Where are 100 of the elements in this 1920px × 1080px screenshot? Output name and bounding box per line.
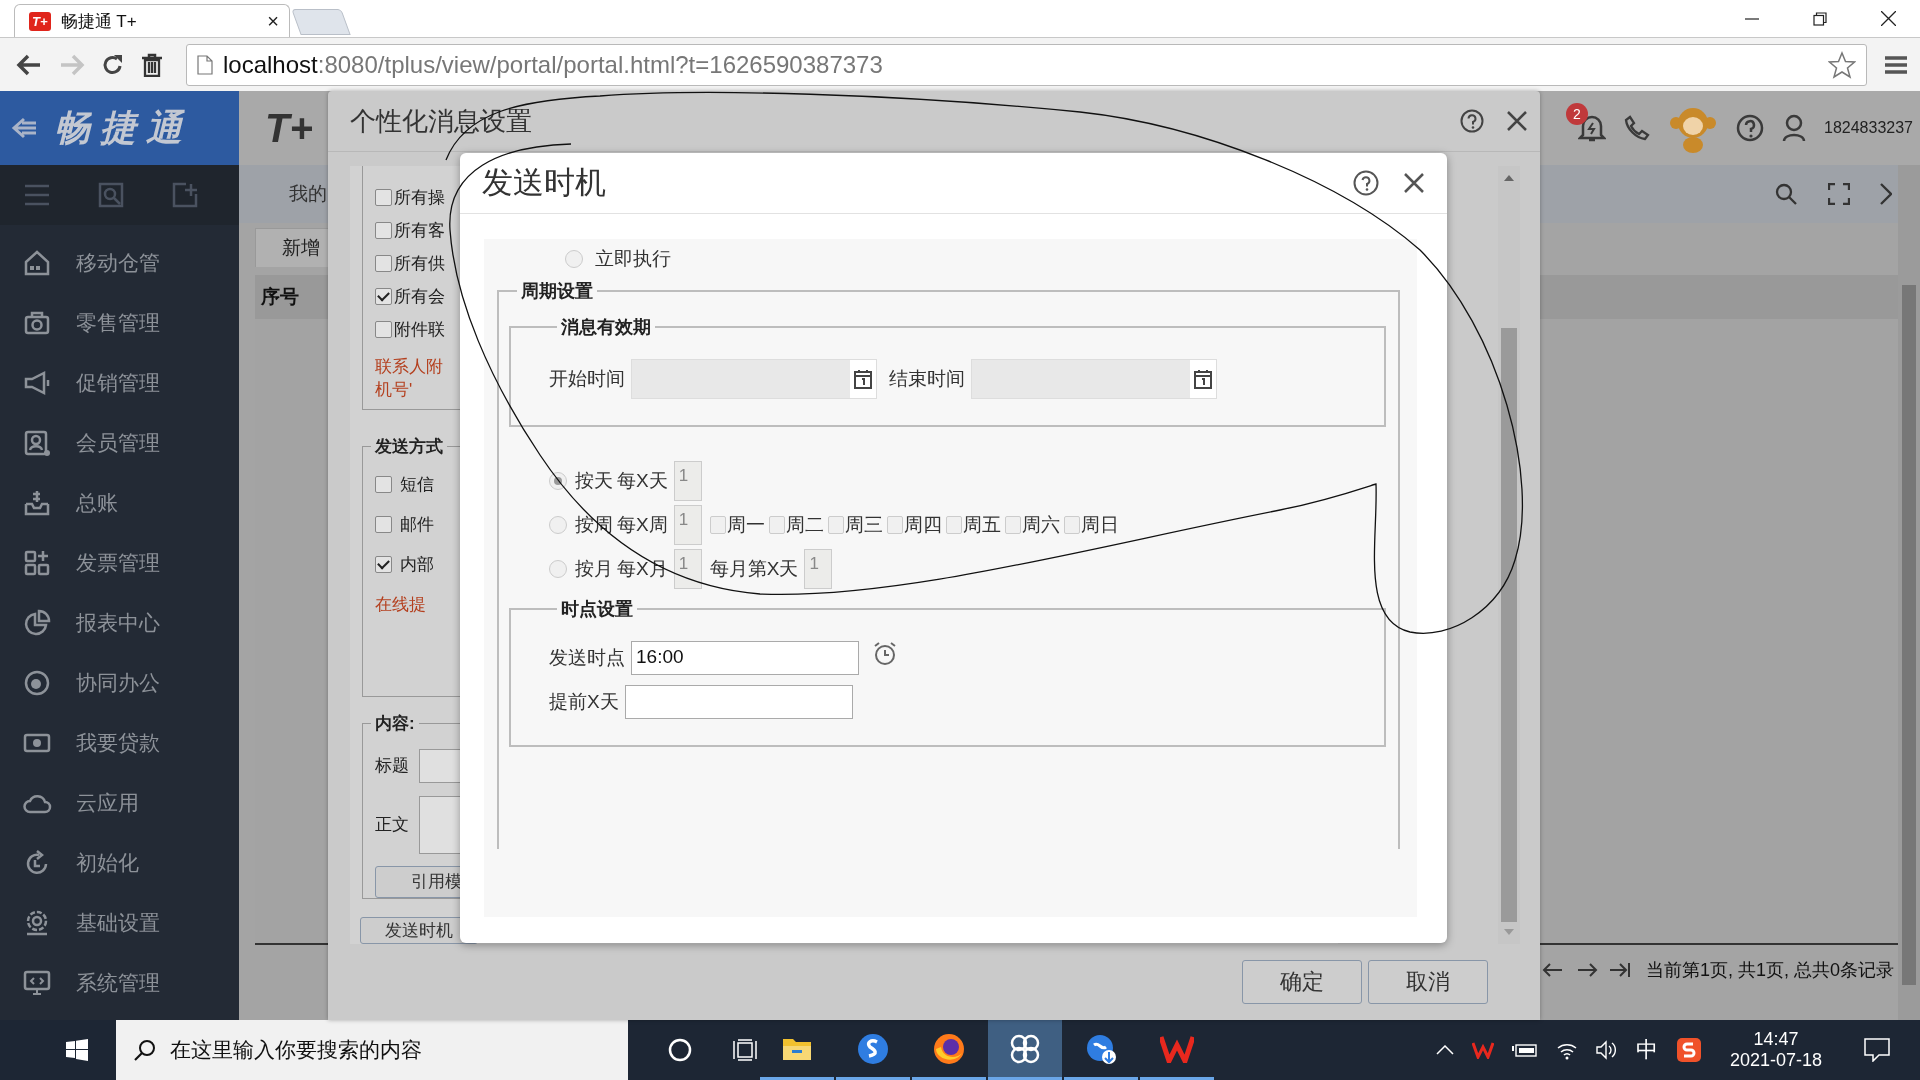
bell-icon[interactable] [1578,113,1606,143]
sidebar-item[interactable]: 促销管理 [0,353,239,413]
scrollbar[interactable] [1498,166,1520,944]
start-date-field[interactable] [631,359,877,399]
search-icon[interactable] [1774,182,1798,206]
radio-button[interactable] [549,472,567,490]
help-icon[interactable] [1353,170,1379,196]
account-number: 1824833237 [1824,119,1914,137]
checkbox[interactable] [827,516,844,534]
tab-close-button[interactable]: × [267,9,279,33]
checkbox-label: 内部 [400,554,434,577]
inbox-icon [22,488,52,518]
advance-days-field[interactable] [624,685,853,719]
url-path: :8080/tplus/view/portal/portal.html?t=1626590387373 [317,50,883,78]
chevron-right-icon[interactable] [1880,183,1892,205]
product-logo: T+ [265,105,313,151]
minimize-icon[interactable] [1745,17,1759,20]
end-date-field[interactable] [971,359,1217,399]
sidebar-item[interactable]: 协同办公 [0,653,239,713]
checkbox[interactable] [709,516,726,534]
sidebar-item[interactable]: 我要贷款 [0,713,239,773]
workspace-tab[interactable]: 我的 [289,181,327,207]
radio-button[interactable] [565,250,583,268]
close-icon[interactable] [1506,110,1528,132]
w-mark-icon[interactable] [1471,1041,1494,1059]
close-icon[interactable] [1403,172,1425,194]
notification-icon[interactable] [1864,1038,1890,1062]
browser-tab[interactable]: T+ 畅捷通 T+ × [14,4,290,37]
fullscreen-icon[interactable] [1828,183,1850,205]
dialog-button[interactable]: 取消 [1368,960,1488,1004]
field-label: 正文 [375,814,409,837]
megaphone-icon [22,368,52,398]
star-icon[interactable] [1828,50,1856,79]
sidebar-item[interactable]: 会员管理 [0,413,239,473]
user-icon[interactable] [1782,114,1806,142]
flower-icon [1009,1032,1041,1065]
menu-icon[interactable] [1884,54,1908,75]
number-field[interactable]: 1 [673,505,702,545]
checkbox[interactable] [375,476,392,494]
checkbox[interactable] [375,321,392,338]
volume-icon[interactable] [1595,1040,1618,1060]
sidebar-item[interactable]: 基础设置 [0,893,239,953]
send-time-field[interactable]: 16:00 [631,641,859,675]
url-host: localhost [223,50,318,78]
radio-button[interactable] [549,560,567,578]
number-field[interactable]: 1 [804,549,833,589]
sidebar-item[interactable]: 总账 [0,473,239,533]
help-icon[interactable] [1736,114,1764,142]
checkbox[interactable] [1004,516,1021,534]
taskbar-app[interactable] [988,1020,1062,1080]
cortana-icon[interactable] [668,1038,692,1062]
number-field[interactable]: 1 [673,549,702,589]
sidebar-item[interactable]: 云应用 [0,773,239,833]
task-view-icon[interactable] [732,1039,758,1061]
sidebar-item[interactable]: 报表中心 [0,593,239,653]
checkbox[interactable] [945,516,962,534]
sidebar-item[interactable]: 初始化 [0,833,239,893]
sidebar-item[interactable]: 系统管理 [0,953,239,1013]
alarm-clock-icon[interactable] [873,641,897,667]
close-icon[interactable] [1881,11,1896,26]
sidebar-item[interactable]: 移动仓管 [0,233,239,293]
help-icon[interactable] [1460,109,1484,133]
taskbar-search-field[interactable]: 在这里输入你要搜索的内容 [116,1020,628,1080]
phone-icon[interactable] [1624,115,1650,141]
chevron-up-icon[interactable] [1435,1045,1454,1055]
dialog-button[interactable]: 确定 [1242,960,1362,1004]
trash-icon[interactable] [141,52,163,77]
favicon-logo: T+ [29,11,51,31]
pager-arrows-icon[interactable] [1541,961,1632,979]
checkbox[interactable] [886,516,903,534]
battery-icon[interactable] [1511,1042,1538,1058]
taskbar-clock[interactable]: 14:47 2021-07-18 [1729,1029,1822,1071]
number-field[interactable]: 1 [673,461,702,501]
restore-icon[interactable] [1813,11,1827,26]
windows-start-icon[interactable] [66,1039,88,1061]
checkbox[interactable] [375,222,392,239]
collapse-arrow-icon[interactable] [10,116,38,140]
brand-logo: 畅捷通 [54,105,192,150]
checkbox[interactable] [375,189,392,206]
fox-globe-icon [933,1032,965,1065]
scrollbar[interactable] [1898,165,1920,1020]
checkbox[interactable] [375,516,392,534]
back-icon[interactable] [16,53,42,76]
checkbox[interactable] [375,288,392,305]
checkbox[interactable] [375,556,392,574]
sidebar-item[interactable]: 发票管理 [0,533,239,593]
checkbox-label: 周六 [1021,513,1060,537]
checkbox[interactable] [375,255,392,272]
calendar-icon[interactable] [1194,369,1212,389]
scroll-up-icon[interactable] [1503,174,1515,182]
reload-icon[interactable] [102,53,124,76]
checkbox[interactable] [768,516,785,534]
s-mark-icon[interactable] [1675,1037,1702,1063]
address-bar[interactable]: localhost:8080/tplus/view/portal/portal.html?t=1626590387373 [186,43,1867,86]
calendar-icon[interactable] [854,369,872,389]
sidebar-item[interactable]: 零售管理 [0,293,239,353]
field-label: 标题 [375,755,409,778]
input-method-indicator[interactable]: 中 [1635,1035,1658,1065]
checkbox[interactable] [1063,516,1080,534]
radio-button[interactable] [549,516,567,534]
